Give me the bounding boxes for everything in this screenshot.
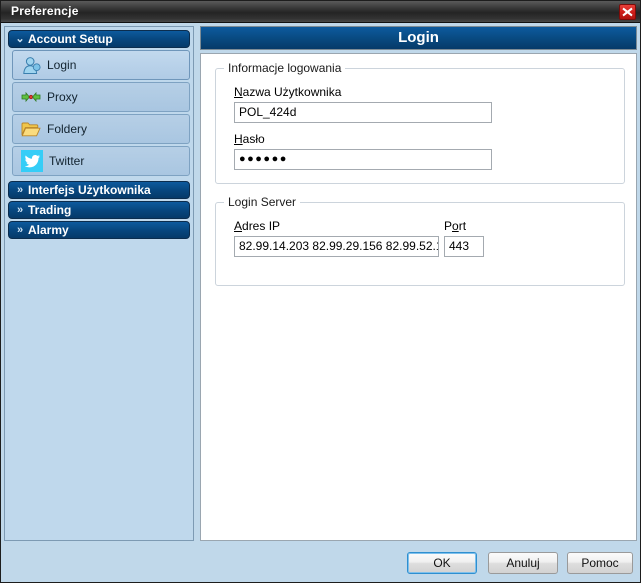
ip-address-label-rest: dres IP: [242, 219, 281, 233]
sidebar-group-interfejs-uzytkownika[interactable]: » Interfejs Użytkownika: [8, 181, 190, 199]
window-title: Preferencje: [11, 4, 79, 18]
chevron-double-right-icon: »: [16, 203, 24, 216]
sidebar: ⌄ Account Setup Login Proxy Foldery Twit…: [4, 26, 194, 541]
port-label-rest: rt: [458, 219, 467, 233]
sidebar-item-label: Proxy: [47, 90, 78, 104]
login-info-groupbox: Informacje logowania Nazwa Użytkownika P…: [215, 61, 625, 184]
username-label-mnemonic: N: [234, 85, 243, 99]
twitter-bird-icon: [21, 150, 43, 172]
sidebar-item-twitter[interactable]: Twitter: [12, 146, 190, 176]
folder-icon: [21, 119, 41, 139]
login-info-group-title: Informacje logowania: [224, 61, 346, 75]
sidebar-group-account-setup[interactable]: ⌄ Account Setup: [8, 30, 190, 48]
username-label: Nazwa Użytkownika: [234, 85, 341, 99]
sidebar-group-label: Interfejs Użytkownika: [28, 183, 151, 197]
panel-title: Login: [200, 26, 637, 50]
ip-address-label-mnemonic: A: [234, 219, 243, 233]
title-bar[interactable]: Preferencje: [1, 1, 640, 23]
help-button[interactable]: Pomoc: [567, 552, 633, 574]
dialog-footer: OK Anuluj Pomoc: [1, 544, 640, 582]
sidebar-group-trading[interactable]: » Trading: [8, 201, 190, 219]
sidebar-item-label: Login: [47, 58, 77, 72]
sidebar-item-login[interactable]: Login: [12, 50, 190, 80]
sidebar-group-alarmy[interactable]: » Alarmy: [8, 221, 190, 239]
username-input[interactable]: POL_424d: [234, 102, 492, 123]
sidebar-item-foldery[interactable]: Foldery: [12, 114, 190, 144]
chevron-double-right-icon: »: [16, 223, 24, 236]
password-label-mnemonic: H: [234, 132, 243, 146]
password-label: Hasło: [234, 132, 265, 146]
login-server-group-title: Login Server: [224, 195, 301, 209]
sidebar-item-label: Twitter: [49, 154, 85, 168]
preferences-dialog: Preferencje ⌄ Account Setup Login Proxy …: [0, 0, 641, 583]
user-icon: [21, 55, 41, 75]
panel-body: Informacje logowania Nazwa Użytkownika P…: [200, 53, 637, 541]
username-label-rest: azwa Użytkownika: [242, 85, 342, 99]
sidebar-group-label: Trading: [28, 203, 72, 217]
close-icon[interactable]: [619, 4, 636, 20]
password-label-rest: asło: [242, 132, 265, 146]
proxy-arrows-icon: [21, 87, 41, 107]
chevron-double-right-icon: »: [16, 183, 24, 196]
login-server-groupbox: Login Server Adres IP 82.99.14.203 82.99…: [215, 195, 625, 286]
port-label-pre: P: [444, 219, 453, 233]
password-input[interactable]: ●●●●●●: [234, 149, 492, 170]
sidebar-group-label: Account Setup: [28, 32, 113, 46]
sidebar-item-proxy[interactable]: Proxy: [12, 82, 190, 112]
ip-address-label: Adres IP: [234, 219, 280, 233]
port-input[interactable]: 443: [444, 236, 484, 257]
sidebar-group-label: Alarmy: [28, 223, 69, 237]
chevron-double-down-icon: ⌄: [15, 32, 25, 45]
port-label-mnemonic: o: [452, 219, 459, 233]
sidebar-item-label: Foldery: [47, 122, 88, 136]
ip-address-input[interactable]: 82.99.14.203 82.99.29.156 82.99.52.19: [234, 236, 439, 257]
port-label: Port: [444, 219, 466, 233]
ok-button[interactable]: OK: [407, 552, 477, 574]
cancel-button[interactable]: Anuluj: [488, 552, 558, 574]
main-panel: Login Informacje logowania Nazwa Użytkow…: [200, 26, 637, 541]
